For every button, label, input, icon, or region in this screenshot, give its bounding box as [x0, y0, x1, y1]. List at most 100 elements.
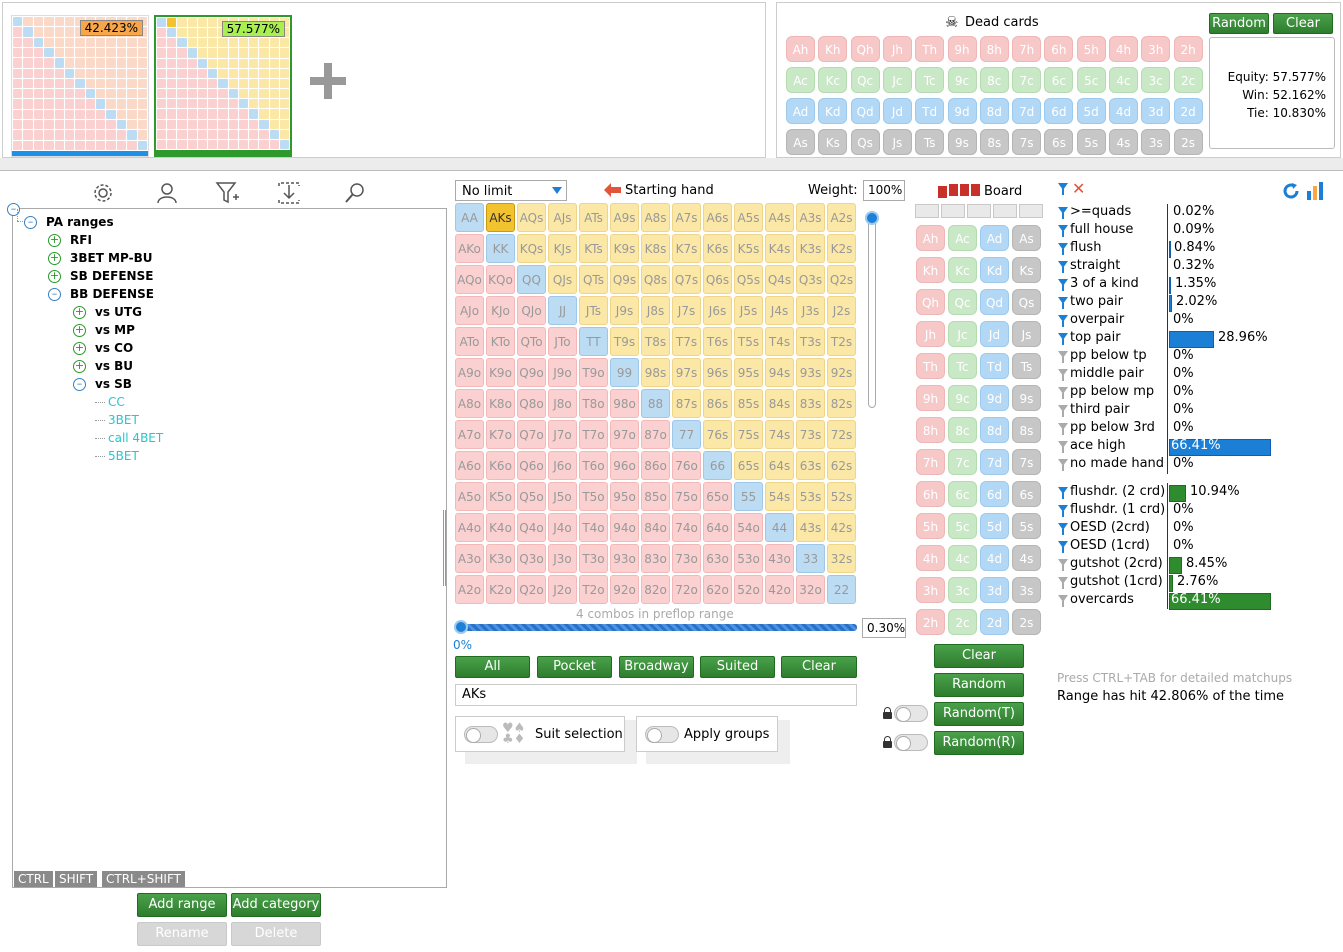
matrix-cell-JTs[interactable]: JTs — [579, 296, 608, 325]
board-card-8c[interactable]: 8c — [948, 417, 977, 443]
board-card-Kd[interactable]: Kd — [980, 257, 1009, 283]
matrix-cell-92s[interactable]: 92s — [827, 358, 856, 387]
board-card-4h[interactable]: 4h — [916, 545, 945, 571]
matrix-cell-T7o[interactable]: T7o — [579, 420, 608, 449]
dead-card-Ad[interactable]: Ad — [786, 98, 815, 124]
board-card-4d[interactable]: 4d — [980, 545, 1009, 571]
splitter-handle[interactable] — [443, 510, 446, 586]
matrix-cell-85s[interactable]: 85s — [734, 389, 763, 418]
board-card-6h[interactable]: 6h — [916, 481, 945, 507]
matrix-cell-T2o[interactable]: T2o — [579, 575, 608, 604]
board-card-2d[interactable]: 2d — [980, 609, 1009, 635]
matrix-cell-A4s[interactable]: A4s — [765, 203, 794, 232]
matrix-cell-92o[interactable]: 92o — [610, 575, 639, 604]
stat-filter-icon[interactable] — [1058, 261, 1068, 273]
dead-card-Ks[interactable]: Ks — [818, 129, 848, 155]
stat-filter-icon[interactable] — [1058, 541, 1068, 553]
board-card-Ah[interactable]: Ah — [916, 225, 945, 251]
matrix-cell-94s[interactable]: 94s — [765, 358, 794, 387]
expand-icon[interactable]: + — [48, 270, 61, 283]
dead-card-9h[interactable]: 9h — [947, 36, 977, 62]
matrix-cell-K8o[interactable]: K8o — [486, 389, 515, 418]
dead-card-8c[interactable]: 8c — [979, 67, 1009, 93]
tree-collapse-icon[interactable]: – — [7, 203, 20, 216]
matrix-cell-ATo[interactable]: ATo — [455, 327, 484, 356]
matrix-cell-Q7s[interactable]: Q7s — [672, 265, 701, 294]
board-card-Js[interactable]: Js — [1012, 321, 1041, 347]
dead-card-6c[interactable]: 6c — [1044, 67, 1074, 93]
matrix-cell-K3s[interactable]: K3s — [796, 234, 825, 263]
matrix-cell-63o[interactable]: 63o — [703, 544, 732, 573]
board-card-4s[interactable]: 4s — [1012, 545, 1041, 571]
matrix-cell-J7s[interactable]: J7s — [672, 296, 701, 325]
board-card-8s[interactable]: 8s — [1012, 417, 1041, 443]
matrix-cell-KK[interactable]: KK — [486, 234, 515, 263]
matrix-cell-Q6o[interactable]: Q6o — [517, 451, 546, 480]
dead-card-5c[interactable]: 5c — [1076, 67, 1106, 93]
matrix-cell-A6o[interactable]: A6o — [455, 451, 484, 480]
board-clear-button[interactable]: Clear — [934, 644, 1024, 668]
stat-filter-icon[interactable] — [1058, 243, 1068, 255]
matrix-cell-A5s[interactable]: A5s — [734, 203, 763, 232]
matrix-cell-J4o[interactable]: J4o — [548, 513, 577, 542]
tree-item[interactable]: call 4BET — [108, 429, 163, 447]
board-card-Qs[interactable]: Qs — [1012, 289, 1041, 315]
board-card-Kh[interactable]: Kh — [916, 257, 945, 283]
matrix-cell-K8s[interactable]: K8s — [641, 234, 670, 263]
matrix-cell-Q3s[interactable]: Q3s — [796, 265, 825, 294]
matrix-cell-87s[interactable]: 87s — [672, 389, 701, 418]
random-r-toggle[interactable] — [894, 734, 928, 751]
matrix-cell-T8s[interactable]: T8s — [641, 327, 670, 356]
dead-card-8s[interactable]: 8s — [979, 129, 1009, 155]
range-2-thumbnail[interactable]: 57.577% — [154, 15, 292, 157]
board-slot-2[interactable] — [941, 204, 965, 218]
board-card-7s[interactable]: 7s — [1012, 449, 1041, 475]
matrix-cell-K9s[interactable]: K9s — [610, 234, 639, 263]
weight-slider-knob[interactable] — [865, 211, 879, 225]
refresh-icon[interactable] — [1282, 182, 1300, 200]
matrix-cell-J9o[interactable]: J9o — [548, 358, 577, 387]
matrix-cell-K7s[interactable]: K7s — [672, 234, 701, 263]
matrix-cell-JTo[interactable]: JTo — [548, 327, 577, 356]
board-slot-1[interactable] — [915, 204, 939, 218]
matrix-cell-32s[interactable]: 32s — [827, 544, 856, 573]
board-card-5s[interactable]: 5s — [1012, 513, 1041, 539]
matrix-cell-J8s[interactable]: J8s — [641, 296, 670, 325]
expand-icon[interactable]: + — [73, 324, 86, 337]
matrix-cell-Q4o[interactable]: Q4o — [517, 513, 546, 542]
matrix-cell-A8o[interactable]: A8o — [455, 389, 484, 418]
matrix-cell-Q2s[interactable]: Q2s — [827, 265, 856, 294]
matrix-cell-KQo[interactable]: KQo — [486, 265, 515, 294]
matrix-cell-T4s[interactable]: T4s — [765, 327, 794, 356]
matrix-cell-86s[interactable]: 86s — [703, 389, 732, 418]
matrix-cell-J9s[interactable]: J9s — [610, 296, 639, 325]
tree-item[interactable]: RFI — [70, 231, 92, 249]
stat-filter-icon[interactable] — [1058, 315, 1068, 327]
range-text-input[interactable]: AKs — [455, 684, 857, 706]
search-icon[interactable] — [342, 180, 368, 206]
matrix-cell-65o[interactable]: 65o — [703, 482, 732, 511]
matrix-cell-72s[interactable]: 72s — [827, 420, 856, 449]
dead-card-2s[interactable]: 2s — [1173, 129, 1203, 155]
matrix-cell-95s[interactable]: 95s — [734, 358, 763, 387]
matrix-cell-88[interactable]: 88 — [641, 389, 670, 418]
dead-card-9s[interactable]: 9s — [947, 129, 977, 155]
matrix-cell-AA[interactable]: AA — [455, 203, 484, 232]
matrix-cell-T3s[interactable]: T3s — [796, 327, 825, 356]
tree-item[interactable]: vs BU — [95, 357, 133, 375]
expand-icon[interactable]: + — [73, 360, 86, 373]
matrix-cell-82s[interactable]: 82s — [827, 389, 856, 418]
matrix-cell-T2s[interactable]: T2s — [827, 327, 856, 356]
matrix-cell-62o[interactable]: 62o — [703, 575, 732, 604]
board-card-Qh[interactable]: Qh — [916, 289, 945, 315]
tree-item[interactable]: 5BET — [108, 447, 139, 465]
matrix-cell-84s[interactable]: 84s — [765, 389, 794, 418]
dead-card-9c[interactable]: 9c — [947, 67, 977, 93]
matrix-cell-QQ[interactable]: QQ — [517, 265, 546, 294]
board-card-2s[interactable]: 2s — [1012, 609, 1041, 635]
board-card-Jd[interactable]: Jd — [980, 321, 1009, 347]
import-icon[interactable] — [276, 180, 302, 206]
stat-filter-icon[interactable] — [1058, 441, 1068, 453]
matrix-cell-T5o[interactable]: T5o — [579, 482, 608, 511]
select-broadway-button[interactable]: Broadway — [619, 656, 694, 678]
